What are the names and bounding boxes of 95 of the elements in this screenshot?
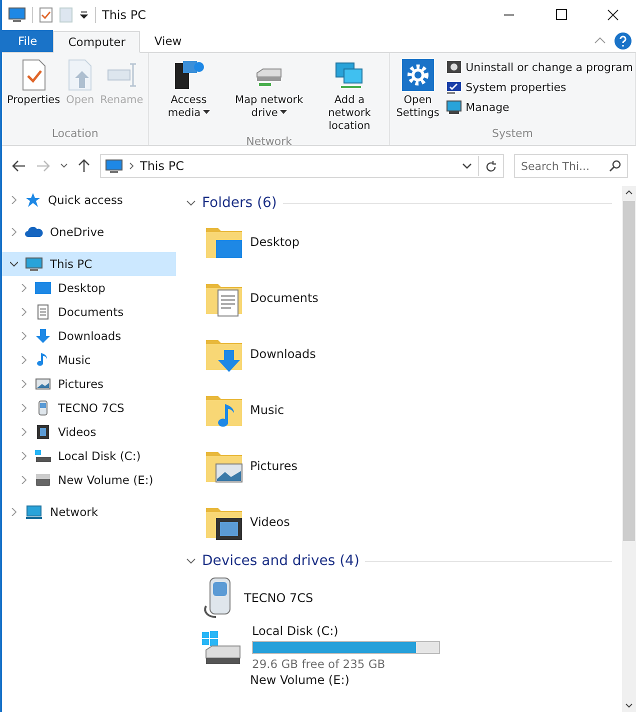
folder-name[interactable]: Documents bbox=[250, 291, 318, 305]
breadcrumb-chevron-icon bbox=[129, 162, 134, 170]
section-header[interactable]: Devices and drives (4) bbox=[202, 553, 360, 569]
collapsed-chevron-icon[interactable] bbox=[20, 356, 28, 364]
ribbon-command[interactable]: System properties bbox=[446, 79, 633, 95]
collapsed-chevron-icon[interactable] bbox=[20, 284, 28, 292]
camera-box-icon bbox=[446, 59, 462, 75]
section-header[interactable]: Folders (6) bbox=[202, 195, 277, 211]
device-name[interactable]: TECNO 7CS bbox=[244, 591, 314, 605]
computer-icon bbox=[8, 7, 26, 23]
settings-icon bbox=[402, 59, 434, 91]
section-chevron-icon[interactable] bbox=[186, 200, 196, 206]
ribbon-group-label: Network bbox=[245, 135, 294, 148]
scrollbar-thumb[interactable] bbox=[623, 201, 635, 541]
navigation-item[interactable]: New Volume (E:) bbox=[2, 468, 176, 492]
back-arrow-icon[interactable] bbox=[12, 160, 26, 172]
caret-icon bbox=[202, 110, 210, 114]
recent-locations-chevron-icon[interactable] bbox=[60, 163, 68, 169]
scroll-up-icon[interactable] bbox=[625, 190, 633, 195]
computer-check-icon bbox=[446, 79, 462, 95]
free-space-text: 29.6 GB free of 235 GB bbox=[252, 657, 386, 671]
network-icon bbox=[25, 504, 43, 520]
navigation-item[interactable]: Videos bbox=[2, 420, 176, 444]
ribbon-tab[interactable]: Computer bbox=[53, 31, 140, 53]
dropdown-arrow-icon[interactable] bbox=[79, 10, 89, 20]
collapsed-chevron-icon[interactable] bbox=[20, 404, 28, 412]
navigation-item[interactable]: Pictures bbox=[2, 372, 176, 396]
help-icon[interactable] bbox=[614, 32, 632, 50]
computer-icon bbox=[105, 158, 123, 174]
ribbon-button[interactable]: Access media bbox=[151, 57, 226, 122]
ribbon-button[interactable]: Add a network location bbox=[312, 57, 387, 135]
vertical-scrollbar[interactable] bbox=[622, 186, 636, 712]
navigation-item[interactable]: Downloads bbox=[2, 324, 176, 348]
navigation-item[interactable]: Quick access bbox=[2, 188, 176, 212]
cloud-icon bbox=[25, 225, 43, 239]
navigation-item[interactable]: TECNO 7CS bbox=[2, 396, 176, 420]
collapsed-chevron-icon[interactable] bbox=[20, 476, 28, 484]
navigation-item[interactable]: This PC bbox=[2, 252, 176, 276]
window-title: This PC bbox=[102, 8, 146, 22]
ribbon-button[interactable]: Map network drive bbox=[226, 57, 312, 122]
navigation-item[interactable]: Desktop bbox=[2, 276, 176, 300]
collapsed-chevron-icon[interactable] bbox=[20, 308, 28, 316]
collapsed-chevron-icon[interactable] bbox=[20, 428, 28, 436]
collapsed-chevron-icon[interactable] bbox=[10, 508, 18, 516]
folder-name[interactable]: Downloads bbox=[250, 347, 316, 361]
collapsed-chevron-icon[interactable] bbox=[10, 196, 18, 204]
ribbon-tab[interactable]: View bbox=[140, 30, 196, 52]
desktop-icon bbox=[35, 280, 51, 296]
folder-name[interactable]: Desktop bbox=[250, 235, 300, 249]
computer-icon bbox=[25, 256, 43, 272]
dropdown-chevron-icon[interactable] bbox=[462, 163, 472, 169]
drive-name[interactable]: Local Disk (C:) bbox=[252, 624, 440, 638]
caret-icon bbox=[280, 110, 287, 114]
properties-icon[interactable] bbox=[39, 7, 53, 23]
disk-icon bbox=[35, 448, 51, 464]
film-icon bbox=[35, 424, 51, 440]
refresh-icon[interactable] bbox=[485, 160, 497, 172]
computer-manage-icon bbox=[446, 99, 462, 115]
navigation-item[interactable]: Music bbox=[2, 348, 176, 372]
address-field[interactable]: This PC bbox=[100, 154, 504, 178]
folder-name[interactable]: Pictures bbox=[250, 459, 298, 473]
navigation-item[interactable]: Local Disk (C:) bbox=[2, 444, 176, 468]
ribbon-group-label: System bbox=[490, 127, 534, 142]
folder-name[interactable]: Music bbox=[250, 403, 284, 417]
ribbon-group-label: Location bbox=[50, 127, 100, 142]
scroll-down-icon[interactable] bbox=[625, 703, 633, 708]
ribbon-button[interactable]: Open Settings bbox=[392, 57, 444, 122]
properties-icon bbox=[20, 59, 48, 91]
navigation-item[interactable]: Documents bbox=[2, 300, 176, 324]
up-arrow-icon[interactable] bbox=[78, 159, 90, 173]
document-icon bbox=[35, 304, 51, 320]
star-icon bbox=[25, 192, 41, 208]
picture-icon bbox=[35, 376, 51, 392]
expanded-chevron-icon[interactable] bbox=[10, 260, 18, 268]
download-arrow-icon bbox=[35, 328, 51, 344]
search-icon bbox=[609, 160, 621, 172]
open-icon bbox=[66, 59, 94, 91]
navigation-item[interactable]: Network bbox=[2, 500, 176, 524]
ribbon-command[interactable]: Uninstall or change a program bbox=[446, 59, 633, 75]
navigation-item[interactable]: OneDrive bbox=[2, 220, 176, 244]
drive-icon bbox=[35, 472, 51, 488]
file-menu-tab[interactable]: File bbox=[2, 30, 54, 52]
new-folder-icon[interactable] bbox=[59, 7, 73, 23]
search-field[interactable]: Search Thi... bbox=[514, 154, 628, 178]
collapsed-chevron-icon[interactable] bbox=[20, 332, 28, 340]
folder-name[interactable]: Videos bbox=[250, 515, 290, 529]
collapsed-chevron-icon[interactable] bbox=[20, 452, 28, 460]
section-chevron-icon[interactable] bbox=[186, 558, 196, 564]
collapse-ribbon-icon[interactable] bbox=[594, 36, 606, 46]
ribbon-button[interactable]: Properties bbox=[4, 57, 64, 109]
collapsed-chevron-icon[interactable] bbox=[10, 228, 18, 236]
collapsed-chevron-icon[interactable] bbox=[20, 380, 28, 388]
forward-arrow-icon[interactable] bbox=[36, 160, 50, 172]
ribbon-command[interactable]: Manage bbox=[446, 99, 633, 115]
drive-name[interactable]: New Volume (E:) bbox=[250, 673, 350, 687]
